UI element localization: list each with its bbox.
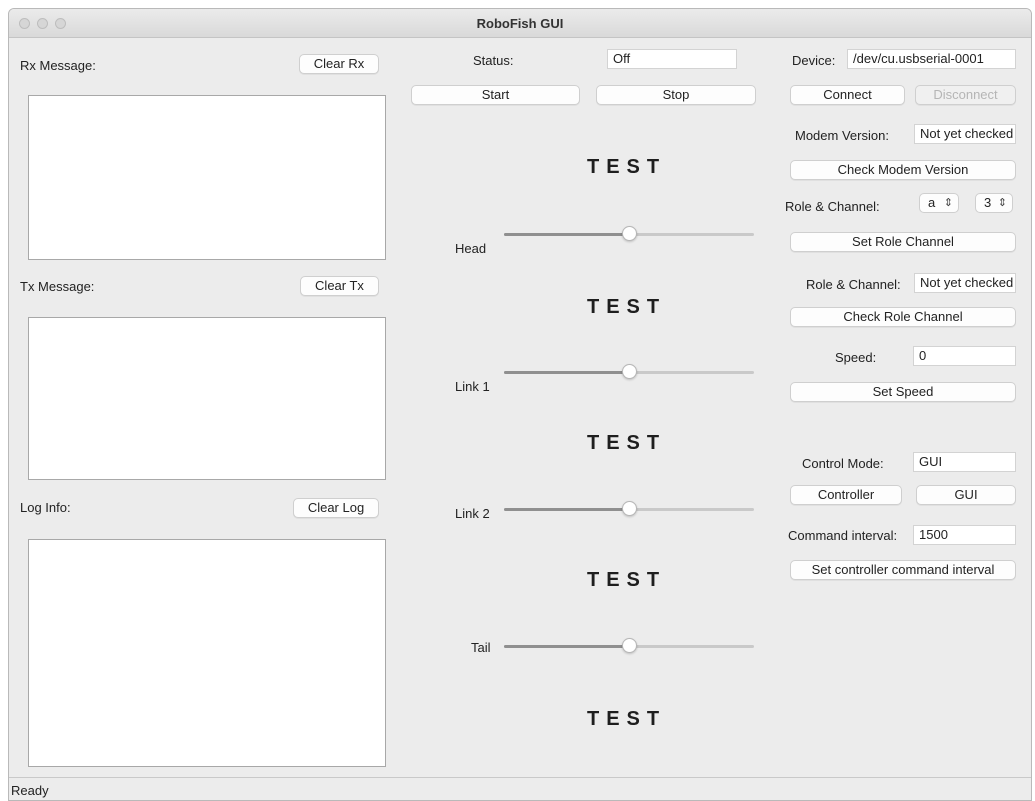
modem-version-label: Modem Version:: [795, 128, 889, 143]
device-field[interactable]: /dev/cu.usbserial-0001: [847, 49, 1016, 69]
tail-slider-label: Tail: [471, 640, 491, 655]
clear-rx-button[interactable]: Clear Rx: [299, 54, 379, 74]
chevron-updown-icon: ⇕: [997, 197, 1007, 209]
speed-label: Speed:: [835, 350, 877, 365]
test-display: TEST: [587, 296, 667, 318]
gui-mode-button[interactable]: GUI: [916, 485, 1016, 505]
link1-slider-label: Link 1: [455, 379, 490, 394]
window-title: RoboFish GUI: [476, 16, 564, 31]
title-bar: RoboFish GUI: [9, 9, 1031, 38]
rx-message-textarea[interactable]: [28, 95, 386, 260]
test-display: TEST: [587, 708, 667, 730]
slider-fill: [504, 233, 629, 236]
set-role-channel-button[interactable]: Set Role Channel: [790, 232, 1016, 252]
disconnect-button[interactable]: Disconnect: [915, 85, 1016, 105]
command-interval-label: Command interval:: [788, 528, 898, 543]
slider-fill: [504, 645, 629, 648]
status-bar-text: Ready: [11, 783, 49, 798]
link2-slider[interactable]: [504, 501, 754, 517]
set-speed-button[interactable]: Set Speed: [790, 382, 1016, 402]
link1-slider[interactable]: [504, 364, 754, 380]
channel-select[interactable]: 3 ⇕: [975, 193, 1013, 213]
rx-message-label: Rx Message:: [20, 58, 96, 73]
log-info-textarea[interactable]: [28, 539, 386, 767]
role-channel-status-field: Not yet checked: [914, 273, 1016, 293]
check-role-channel-button[interactable]: Check Role Channel: [790, 307, 1016, 327]
start-button[interactable]: Start: [411, 85, 580, 105]
status-field: Off: [607, 49, 737, 69]
device-label: Device:: [792, 53, 836, 68]
tail-slider[interactable]: [504, 638, 754, 654]
role-channel-status-label: Role & Channel:: [806, 277, 901, 292]
stop-button[interactable]: Stop: [596, 85, 756, 105]
log-info-label: Log Info:: [20, 500, 71, 515]
set-command-interval-button[interactable]: Set controller command interval: [790, 560, 1016, 580]
slider-fill: [504, 508, 629, 511]
link2-slider-label: Link 2: [455, 506, 490, 521]
test-display: TEST: [587, 569, 667, 591]
tx-message-label: Tx Message:: [20, 279, 95, 294]
head-slider-label: Head: [455, 241, 487, 256]
head-slider[interactable]: [504, 226, 754, 242]
chevron-updown-icon: ⇕: [943, 197, 953, 209]
slider-knob[interactable]: [621, 364, 637, 379]
status-bar: Ready: [9, 777, 1031, 800]
test-display: TEST: [587, 432, 667, 454]
slider-knob[interactable]: [621, 501, 637, 516]
modem-version-field: Not yet checked: [914, 124, 1016, 144]
status-label: Status:: [473, 53, 514, 68]
test-display: TEST: [587, 156, 667, 178]
slider-knob[interactable]: [621, 638, 637, 653]
control-mode-field: GUI: [913, 452, 1016, 472]
main-window: RoboFish GUI Rx Message: Clear Rx Tx Mes…: [8, 8, 1032, 801]
controller-mode-button[interactable]: Controller: [790, 485, 902, 505]
command-interval-field[interactable]: 1500: [913, 525, 1016, 545]
role-select[interactable]: a ⇕: [919, 193, 959, 213]
clear-tx-button[interactable]: Clear Tx: [300, 276, 379, 296]
slider-knob[interactable]: [621, 226, 637, 241]
slider-fill: [504, 371, 629, 374]
tx-message-textarea[interactable]: [28, 317, 386, 480]
role-channel-label: Role & Channel:: [785, 199, 880, 214]
connect-button[interactable]: Connect: [790, 85, 905, 105]
channel-select-value: 3: [984, 195, 992, 210]
clear-log-button[interactable]: Clear Log: [293, 498, 379, 518]
role-select-value: a: [928, 195, 936, 210]
speed-field[interactable]: 0: [913, 346, 1016, 366]
control-mode-label: Control Mode:: [802, 456, 884, 471]
check-modem-version-button[interactable]: Check Modem Version: [790, 160, 1016, 180]
